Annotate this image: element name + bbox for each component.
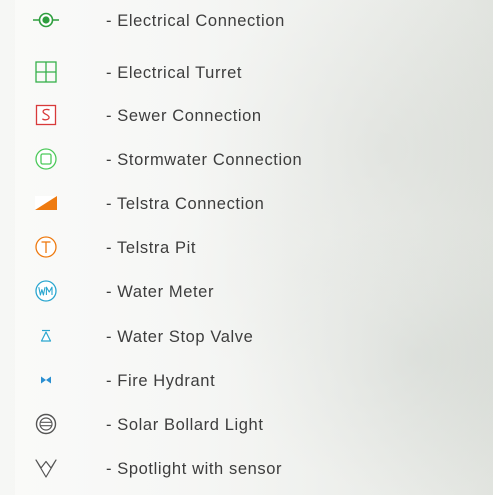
stormwater-connection-icon: [32, 145, 60, 173]
legend-item-fire-hydrant: - Fire Hydrant: [0, 362, 493, 398]
legend-item-telstra-connection: - Telstra Connection: [0, 185, 493, 221]
electrical-turret-icon: [32, 58, 60, 86]
sewer-connection-icon: [32, 101, 60, 129]
legend-item-solar-bollard-light: - Solar Bollard Light: [0, 406, 493, 442]
legend-label: - Stormwater Connection: [106, 151, 303, 169]
legend-item-spotlight-sensor: - Spotlight with sensor: [0, 450, 493, 486]
legend-label: - Electrical Connection: [106, 12, 285, 30]
legend-label: - Spotlight with sensor: [106, 460, 283, 478]
spotlight-sensor-icon: [32, 454, 60, 482]
services-legend: - Electrical Connection - Electrical Tur…: [0, 0, 493, 495]
legend-label: - Telstra Pit: [106, 239, 197, 257]
fire-hydrant-icon: [32, 366, 60, 394]
legend-item-electrical-connection: - Electrical Connection: [0, 2, 493, 38]
legend-label: - Electrical Turret: [106, 64, 243, 82]
water-stop-valve-icon: [32, 322, 60, 350]
telstra-connection-icon: [32, 189, 60, 217]
legend-item-water-meter: - Water Meter: [0, 273, 493, 309]
legend-label: - Sewer Connection: [106, 107, 262, 125]
legend-label: - Solar Bollard Light: [106, 416, 264, 434]
legend-label: - Fire Hydrant: [106, 372, 216, 390]
legend-label: - Water Stop Valve: [106, 328, 254, 346]
water-meter-icon: [32, 277, 60, 305]
legend-item-telstra-pit: - Telstra Pit: [0, 229, 493, 265]
legend-item-stormwater-connection: - Stormwater Connection: [0, 141, 493, 177]
legend-label: - Telstra Connection: [106, 195, 265, 213]
electrical-connection-icon: [32, 6, 60, 34]
telstra-pit-icon: [32, 233, 60, 261]
legend-item-water-stop-valve: - Water Stop Valve: [0, 318, 493, 354]
legend-item-electrical-turret: - Electrical Turret: [0, 54, 493, 90]
legend-item-sewer-connection: - Sewer Connection: [0, 97, 493, 133]
legend-label: - Water Meter: [106, 283, 215, 301]
solar-bollard-light-icon: [32, 410, 60, 438]
